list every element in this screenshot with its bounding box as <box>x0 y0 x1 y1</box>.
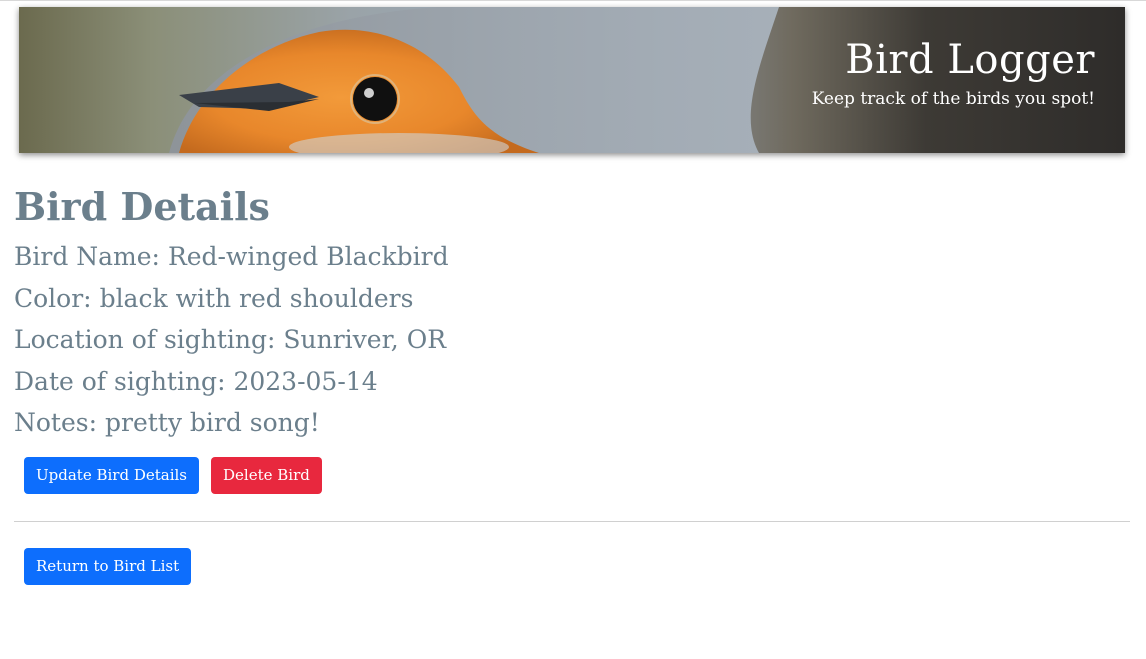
detail-notes: Notes: pretty bird song! <box>14 402 449 444</box>
location-value: Sunriver, OR <box>283 325 447 355</box>
page-title: Bird Details <box>14 184 270 229</box>
detail-bird-name: Bird Name: Red-winged Blackbird <box>14 236 449 278</box>
return-to-list-button[interactable]: Return to Bird List <box>24 548 192 585</box>
bird-name-label: Bird Name: <box>14 242 160 271</box>
notes-value: pretty bird song! <box>104 408 320 438</box>
color-label: Color: <box>14 283 92 313</box>
banner-text: Bird Logger Keep track of the birds you … <box>812 37 1095 113</box>
bird-name-value: Red-winged Blackbird <box>167 242 449 271</box>
divider <box>14 521 1130 522</box>
bird-details-section: Bird Details Bird Name: Red-winged Black… <box>14 182 449 444</box>
date-value: 2023-05-14 <box>233 366 378 396</box>
detail-color: Color: black with red shoulders <box>14 278 449 320</box>
notes-label: Notes: <box>14 408 98 438</box>
header-banner: Bird Logger Keep track of the birds you … <box>19 7 1125 153</box>
color-value: black with red shoulders <box>99 283 414 313</box>
detail-date: Date of sighting: 2023-05-14 <box>14 361 449 403</box>
delete-bird-button[interactable]: Delete Bird <box>211 457 322 494</box>
detail-location: Location of sighting: Sunriver, OR <box>14 319 449 361</box>
app-subtitle: Keep track of the birds you spot! <box>811 89 1095 109</box>
location-label: Location of sighting: <box>14 325 276 355</box>
app-title: Bird Logger <box>845 37 1095 83</box>
update-bird-button[interactable]: Update Bird Details <box>24 457 199 494</box>
date-label: Date of sighting: <box>14 366 226 396</box>
top-border <box>0 0 1146 1</box>
